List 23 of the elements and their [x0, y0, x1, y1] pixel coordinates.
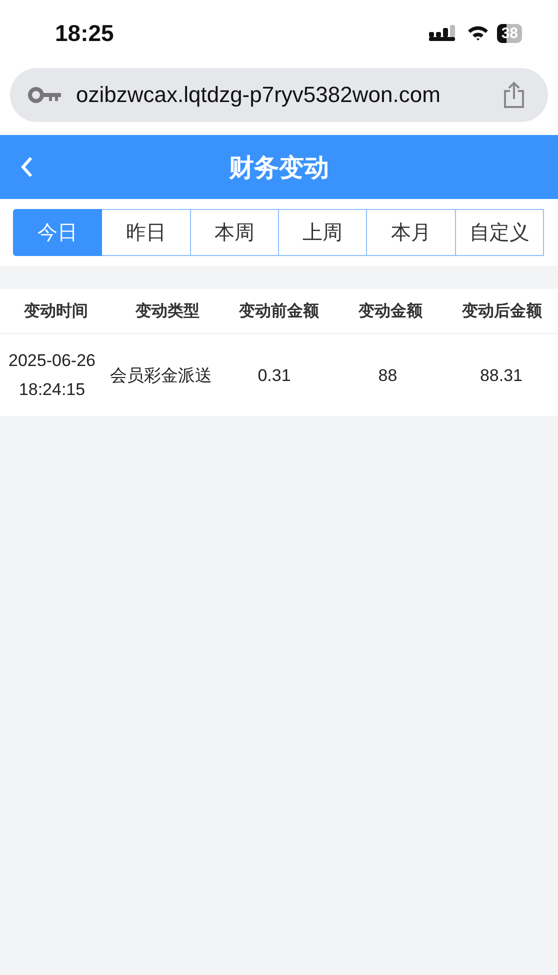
wifi-icon	[467, 25, 490, 41]
period-tab[interactable]: 昨日	[102, 209, 191, 256]
column-header: 变动金额	[357, 301, 424, 322]
table-cell-text: 88.31	[478, 364, 524, 386]
column-header: 变动后金额	[460, 301, 544, 322]
clock-time: 18:25	[55, 20, 114, 46]
url-text: ozibzwcax.lqtdzg-p7ryv5382won.com	[76, 82, 442, 108]
column-header: 变动时间	[22, 301, 89, 322]
column-header: 变动类型	[134, 301, 200, 322]
share-icon[interactable]	[502, 81, 526, 109]
address-bar[interactable]: ozibzwcax.lqtdzg-p7ryv5382won.com	[10, 68, 548, 122]
period-tab[interactable]: 本月	[367, 209, 456, 256]
period-tab[interactable]: 本周	[190, 209, 279, 256]
table-cell-text: 88	[377, 364, 398, 386]
column-header: 变动前金额	[238, 301, 320, 322]
back-icon[interactable]	[20, 156, 34, 178]
period-tab[interactable]: 自定义	[456, 209, 544, 256]
table-cell-text: 0.31	[256, 364, 292, 386]
key-icon	[28, 87, 62, 103]
table-cell-text: 2025-06-26 18:24:15	[8, 350, 96, 401]
page-title: 财务变动	[229, 152, 329, 184]
table-cell-text: 会员彩金派送	[108, 364, 213, 386]
period-tab[interactable]: 上周	[278, 209, 368, 256]
